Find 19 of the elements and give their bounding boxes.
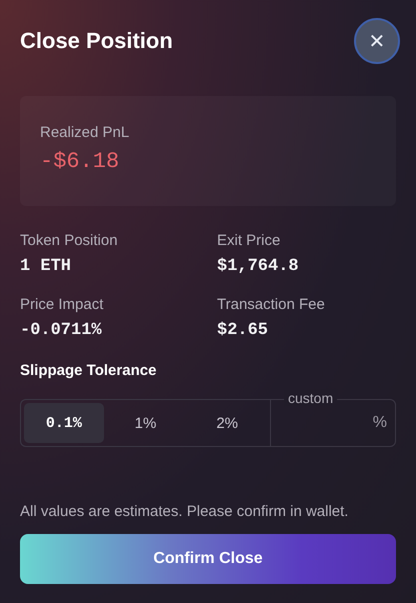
slippage-label: Slippage Tolerance (20, 362, 158, 379)
stat-label: Token Position (20, 232, 119, 249)
slippage-option[interactable]: 0.1% (24, 403, 104, 443)
stat-value: 1 ETH (20, 257, 72, 276)
pnl-value: -$6.18 (40, 149, 120, 174)
stat-value: -0.0711% (20, 321, 103, 340)
stat-label: Price Impact (20, 296, 104, 313)
stat-label: Exit Price (217, 232, 282, 249)
confirm-close-button[interactable]: Confirm Close (20, 534, 396, 584)
close-button[interactable]: ✕ (354, 18, 400, 64)
estimate-note: All values are estimates. Please confirm in wallet. (20, 503, 350, 520)
slippage-option[interactable]: 2% (187, 403, 268, 443)
stat-label: Transaction Fee (217, 296, 326, 313)
stat-value: $2.65 (217, 321, 270, 340)
percent-suffix: % (372, 414, 387, 432)
slippage-option[interactable]: 1% (106, 403, 186, 443)
dialog-title: Close Position (20, 28, 173, 54)
pnl-label: Realized PnL (40, 124, 130, 141)
stat-value: $1,764.8 (217, 257, 300, 276)
